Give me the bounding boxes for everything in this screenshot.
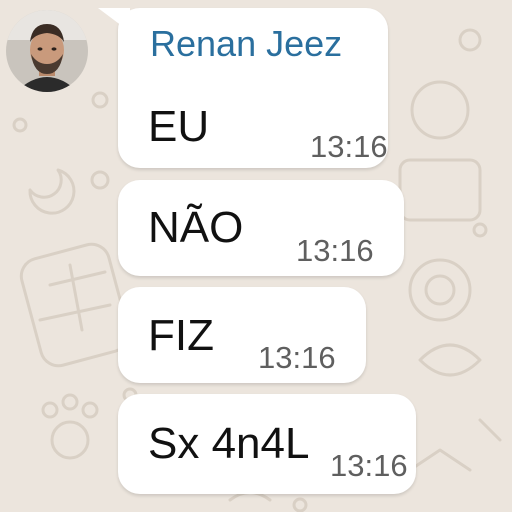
message-text: FIZ — [148, 311, 214, 360]
message-bubble[interactable]: Renan Jeez EU 13:16 — [98, 8, 388, 168]
message-time: 13:16 — [330, 448, 408, 483]
message-time: 13:16 — [310, 129, 388, 164]
message-bubble[interactable]: FIZ 13:16 — [118, 287, 366, 383]
message-bubble[interactable]: NÃO 13:16 — [118, 180, 404, 276]
contact-avatar[interactable] — [6, 10, 88, 92]
message-time: 13:16 — [296, 233, 374, 268]
message-text: NÃO — [148, 203, 244, 252]
message-text: EU — [148, 102, 210, 151]
bubble-tail — [98, 8, 130, 32]
message-time: 13:16 — [258, 340, 336, 375]
sender-name[interactable]: Renan Jeez — [150, 26, 342, 62]
message-bubble[interactable]: Sx 4n4L 13:16 — [118, 394, 416, 494]
profile-photo-icon — [6, 10, 88, 92]
message-text: Sx 4n4L — [148, 419, 310, 468]
